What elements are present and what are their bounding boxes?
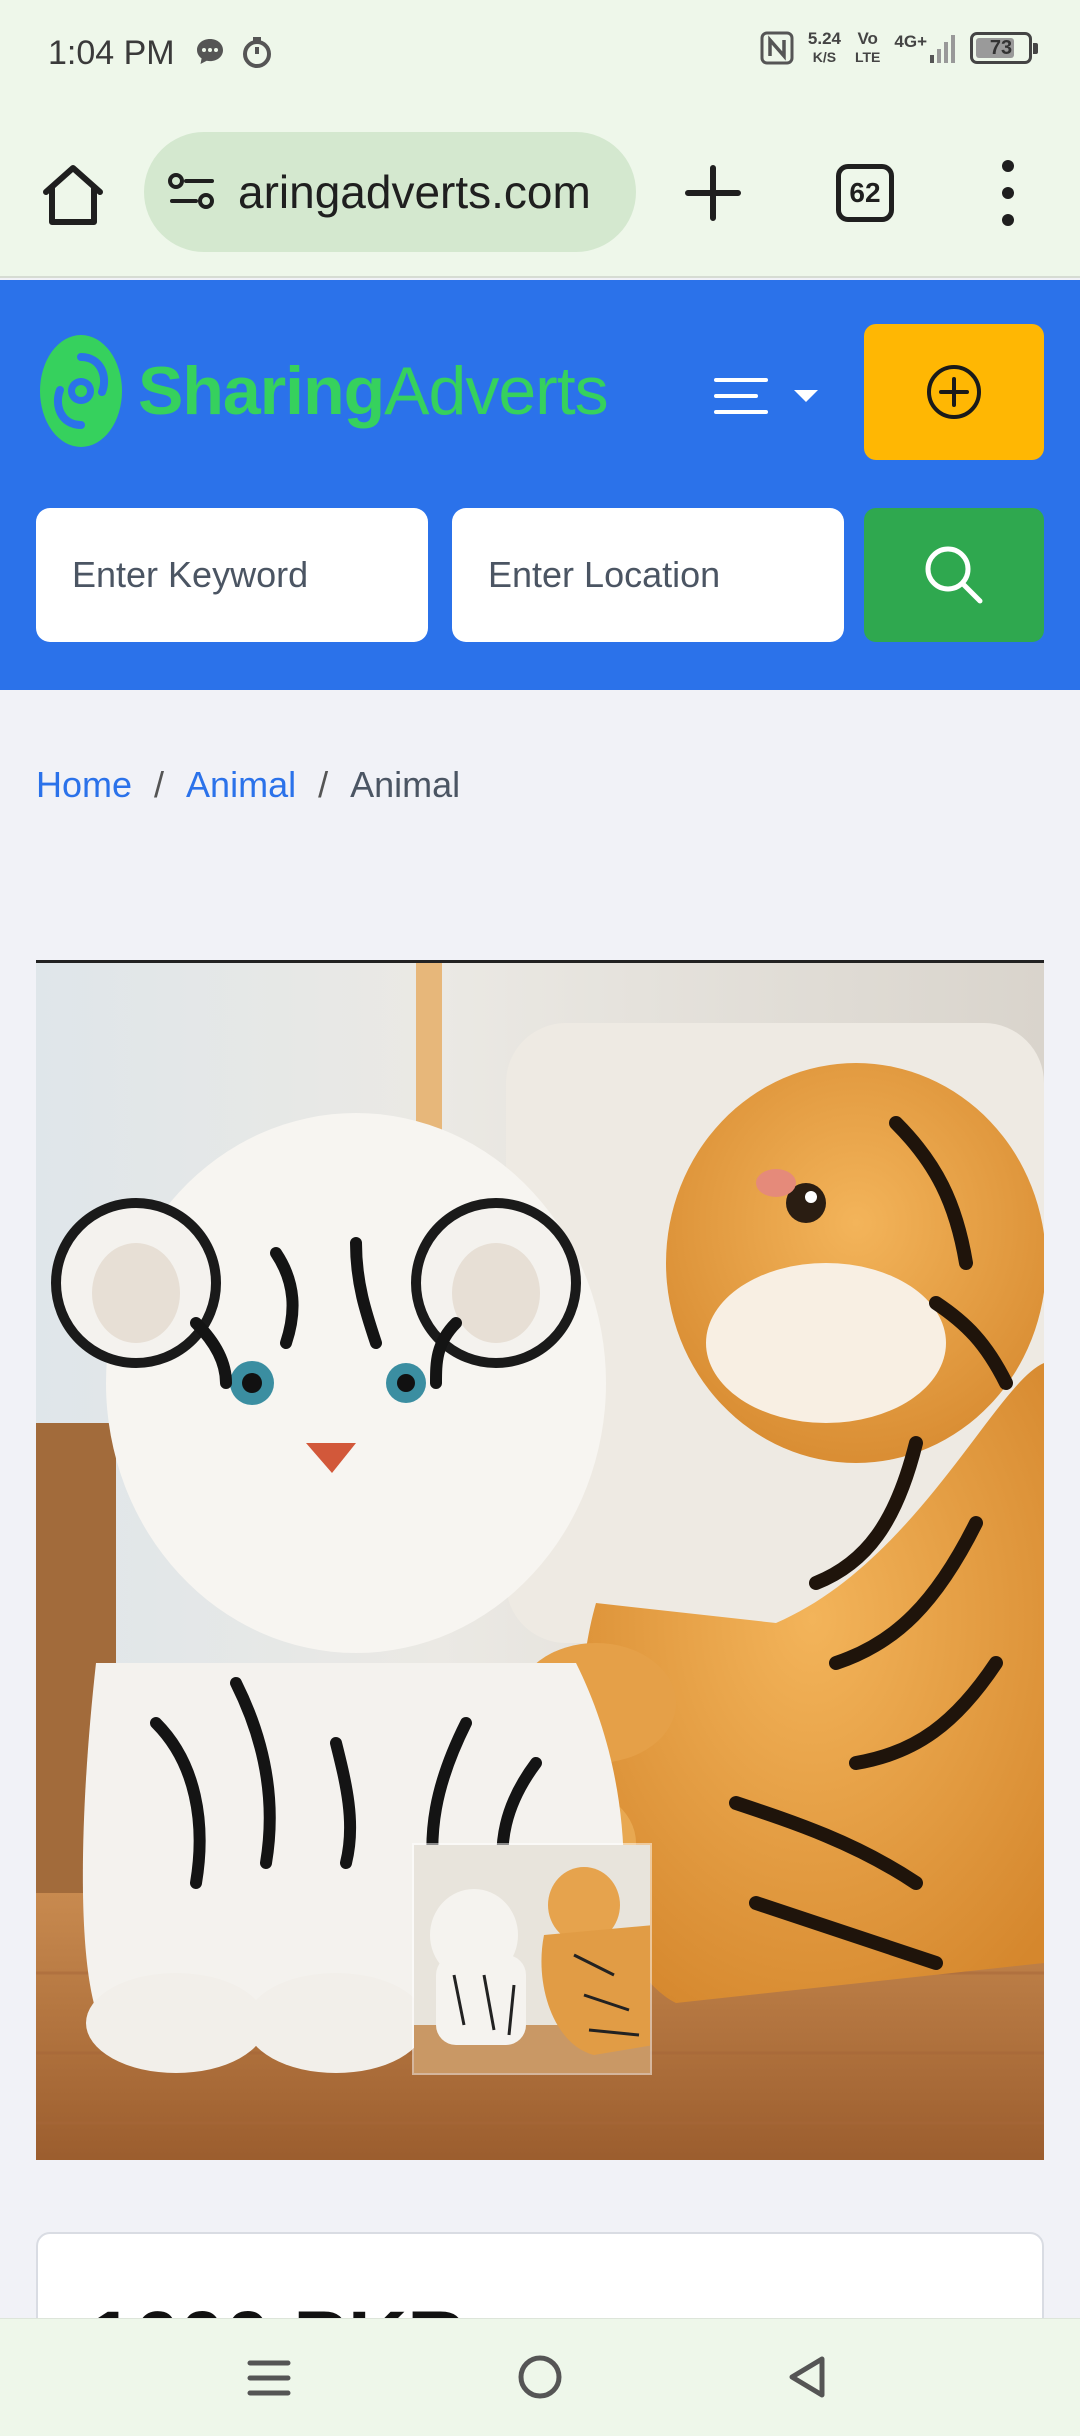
tab-count: 62 <box>849 177 881 208</box>
breadcrumb-separator: / <box>154 764 165 805</box>
url-text: aringadverts.com <box>238 166 591 218</box>
message-notification-icon <box>197 39 223 64</box>
thumbnail-image[interactable] <box>414 1845 652 2075</box>
battery-level: 73 <box>989 36 1013 59</box>
keyword-input[interactable]: Enter Keyword <box>36 508 428 642</box>
back-icon[interactable] <box>784 2353 830 2401</box>
post-ad-button[interactable] <box>864 324 1044 460</box>
breadcrumb-current: Animal <box>350 764 461 805</box>
site-header: SharingAdverts Enter Keyword Enter Locat… <box>0 280 1080 690</box>
recent-apps-icon[interactable] <box>246 2355 292 2401</box>
home-icon[interactable] <box>38 160 108 230</box>
breadcrumb-separator: / <box>318 764 329 805</box>
browser-toolbar: aringadverts.com 62 <box>0 110 1080 278</box>
signal-bars-icon <box>930 35 955 63</box>
battery-indicator: 73 <box>970 32 1038 64</box>
volte-indicator: Vo LTE <box>854 29 881 66</box>
keyword-placeholder: Enter Keyword <box>72 554 309 595</box>
address-bar[interactable]: aringadverts.com <box>144 132 636 252</box>
location-input[interactable]: Enter Location <box>452 508 844 642</box>
timer-icon <box>243 37 271 68</box>
network-speed: 5.24 K/S <box>807 29 841 66</box>
logo-mark-icon <box>40 335 122 447</box>
logo-text: SharingAdverts <box>138 352 609 430</box>
search-button[interactable] <box>864 508 1044 642</box>
add-circle-icon <box>927 365 981 419</box>
image-thumbnail[interactable] <box>412 1843 652 2075</box>
menu-toggle-icon[interactable] <box>712 372 832 422</box>
site-settings-icon[interactable] <box>168 172 216 212</box>
breadcrumb-category-link[interactable]: Animal <box>186 764 296 806</box>
signal-strength: 4G+ <box>894 33 956 63</box>
home-nav-icon[interactable] <box>516 2353 564 2401</box>
system-navigation-bar <box>0 2318 1080 2436</box>
status-time: 1:04 PM <box>48 34 175 72</box>
search-icon <box>925 546 983 604</box>
tab-switcher-button[interactable]: 62 <box>836 164 894 222</box>
logo-text-secondary: Adverts <box>384 353 609 429</box>
site-logo[interactable]: SharingAdverts <box>38 332 609 450</box>
breadcrumb: Home / Animal / Animal <box>36 764 460 806</box>
logo-text-primary: Sharing <box>138 353 385 429</box>
status-right-cluster: 5.24 K/S Vo LTE 4G+ 73 <box>760 29 1038 66</box>
location-placeholder: Enter Location <box>488 554 721 595</box>
new-tab-icon[interactable] <box>680 160 746 226</box>
breadcrumb-home-link[interactable]: Home <box>36 764 132 806</box>
status-bar: 1:04 PM 5.24 K/S Vo LTE 4G+ 73 <box>0 0 1080 110</box>
nfc-icon <box>760 31 794 65</box>
listing-image-gallery[interactable] <box>36 960 1044 2160</box>
more-options-icon[interactable] <box>990 156 1026 230</box>
signal-label: 4G+ <box>894 32 927 51</box>
